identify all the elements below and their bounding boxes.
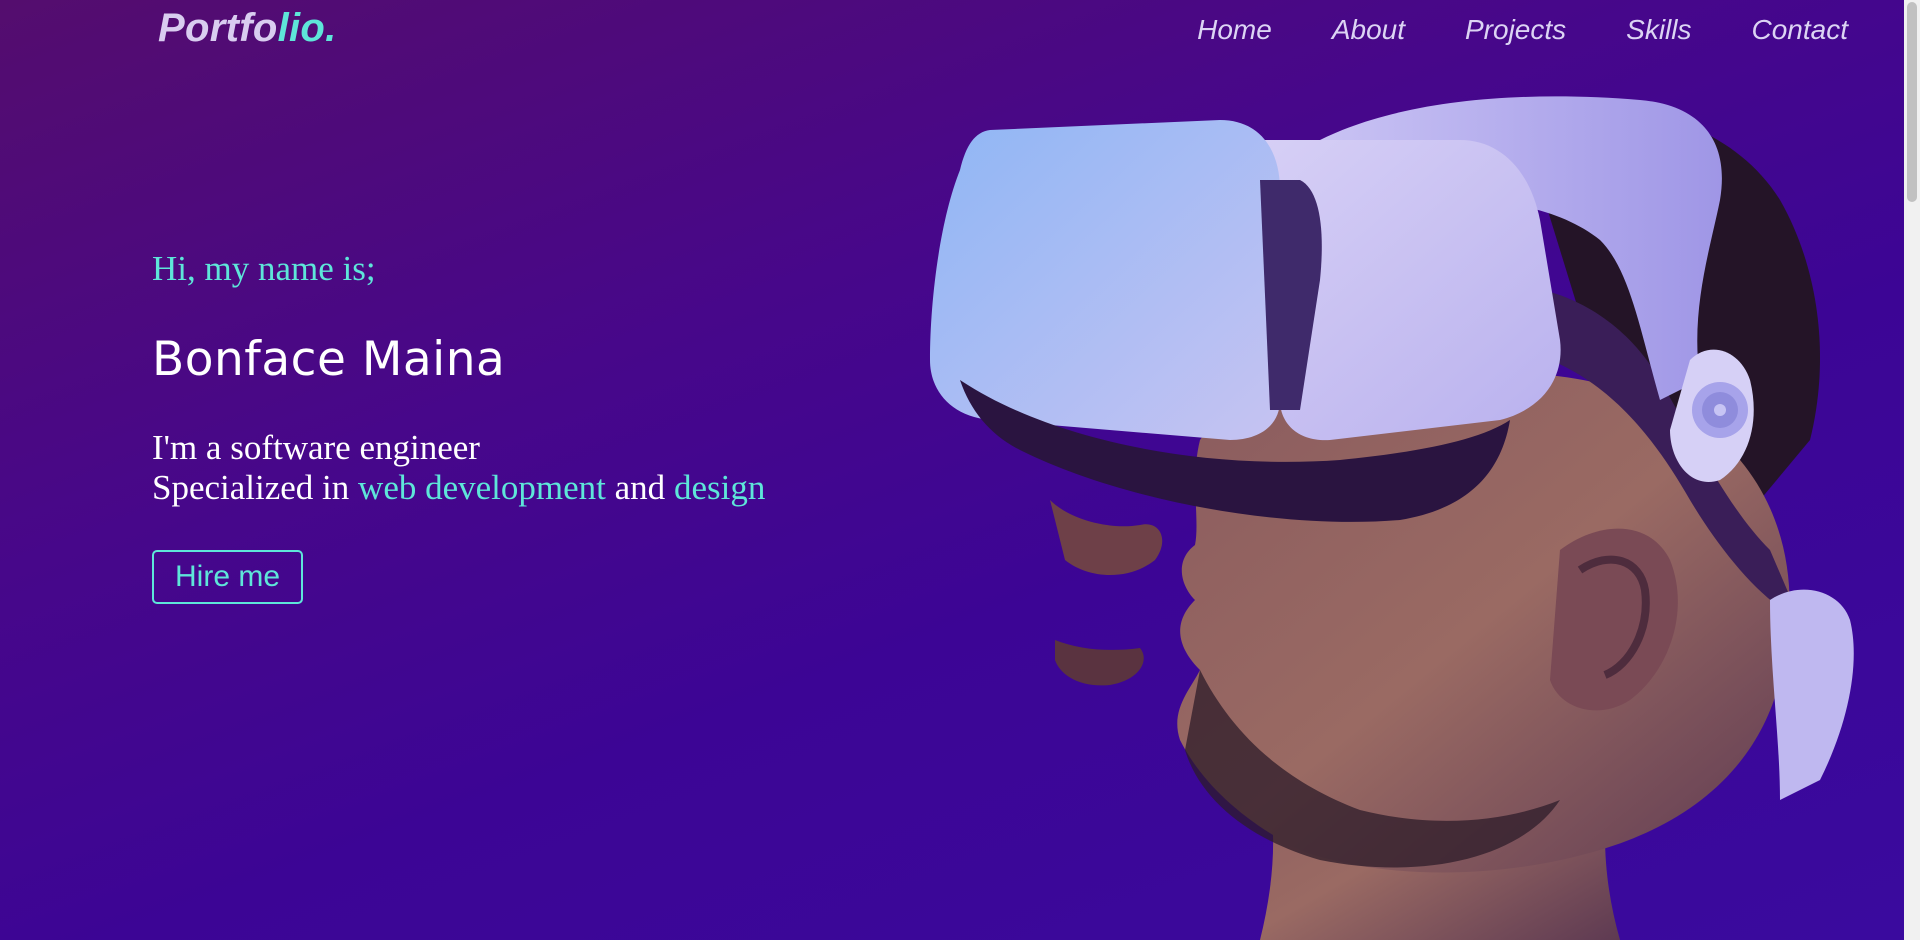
nav-link-home[interactable]: Home (1197, 14, 1272, 46)
hire-me-button[interactable]: Hire me (152, 550, 304, 604)
nav-link-about[interactable]: About (1332, 14, 1405, 46)
tagline-highlight-web: web development (358, 468, 606, 507)
hero-tagline: I'm a software engineer Specialized in w… (152, 428, 972, 508)
nav-link-projects[interactable]: Projects (1465, 14, 1566, 46)
nav-links: Home About Projects Skills Contact (1197, 14, 1848, 46)
scrollbar[interactable] (1904, 0, 1920, 940)
tagline-mid: and (605, 468, 674, 507)
page: Portfolio. Home About Projects Skills Co… (0, 0, 1904, 940)
hero-image-vr-person (930, 96, 1854, 940)
hero-greeting: Hi, my name is; (152, 249, 376, 288)
tagline-prefix: Specialized in (152, 468, 359, 507)
hero-name: Bonface Maina (152, 332, 506, 387)
hero-section: Hi, my name is; Bonface Maina I'm a soft… (152, 244, 972, 604)
scrollbar-thumb[interactable] (1907, 2, 1917, 202)
nav-link-contact[interactable]: Contact (1752, 14, 1849, 46)
nav-link-skills[interactable]: Skills (1626, 14, 1691, 46)
tagline-line1: I'm a software engineer (152, 428, 480, 467)
tagline-highlight-design: design (673, 468, 766, 507)
logo-text-primary: Portfo (158, 6, 278, 50)
logo-text-accent: lio. (277, 6, 337, 50)
navbar: Portfolio. Home About Projects Skills Co… (0, 0, 1904, 62)
logo[interactable]: Portfolio. (158, 6, 337, 51)
